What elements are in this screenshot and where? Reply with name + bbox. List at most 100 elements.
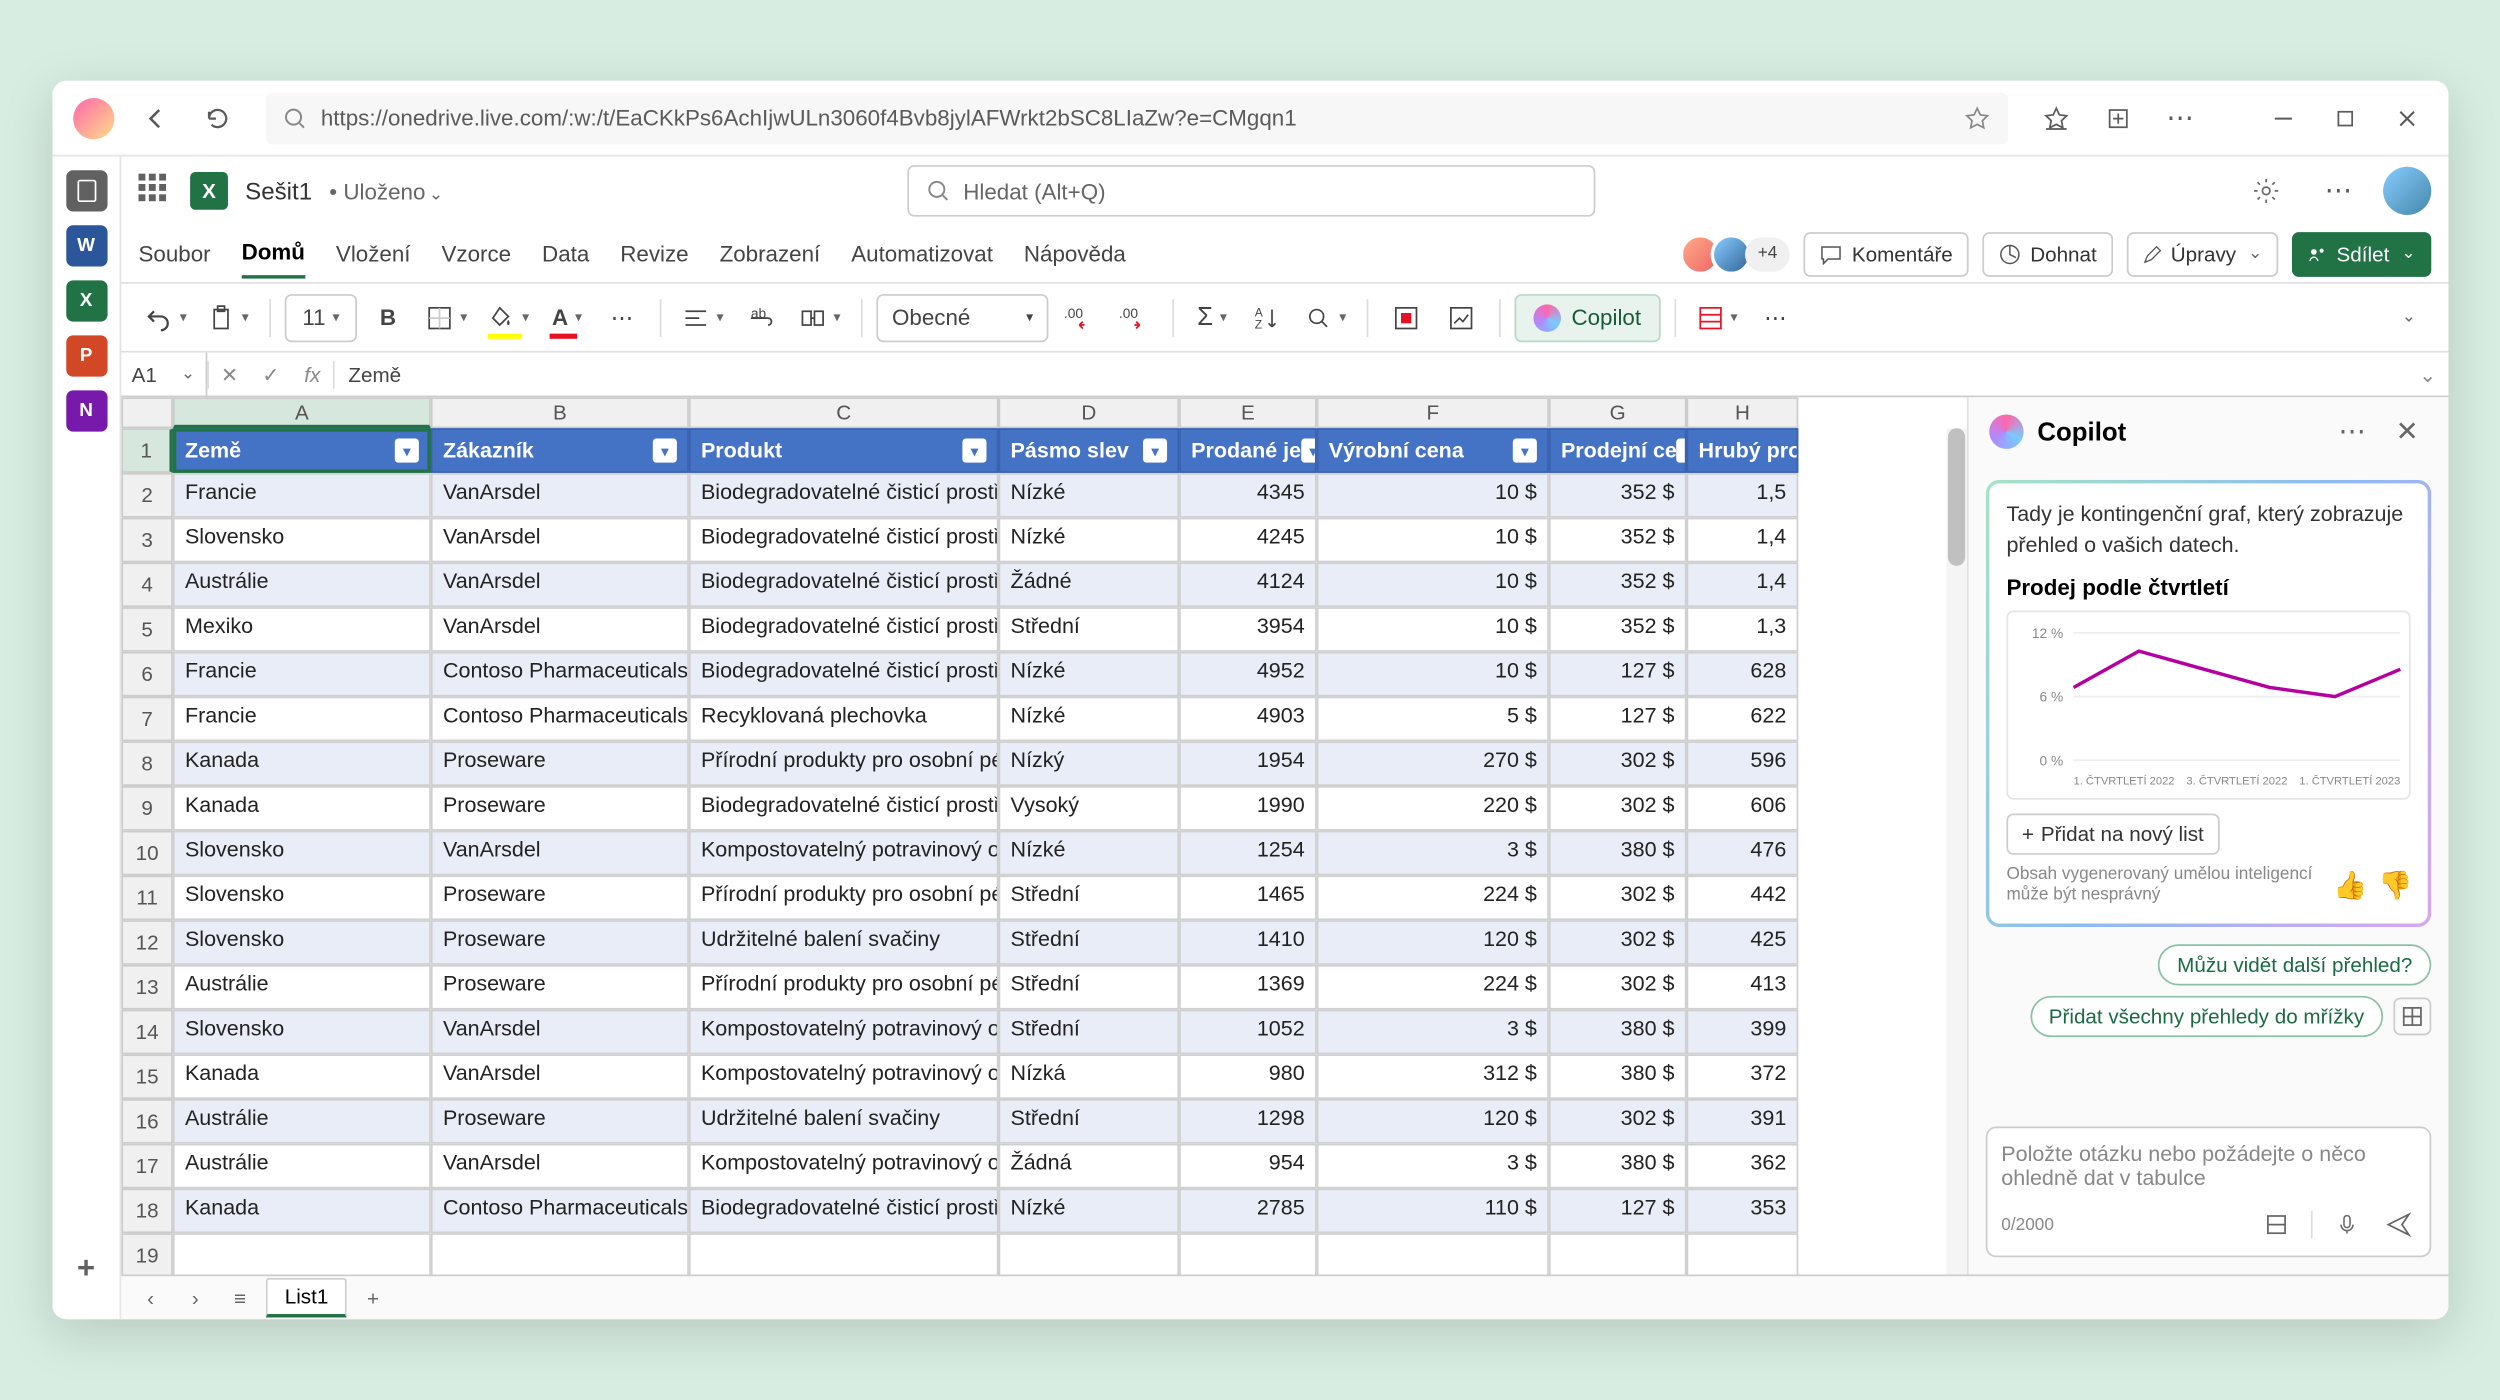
row-header-12[interactable]: 12 [121, 920, 173, 965]
cell[interactable]: 352 $ [1548, 518, 1686, 563]
cell[interactable]: Nízký [998, 741, 1179, 786]
bold-button[interactable]: B [363, 293, 411, 341]
cell[interactable]: 391 [1686, 1099, 1798, 1144]
row-header-9[interactable]: 9 [121, 786, 173, 831]
cell[interactable]: 1254 [1179, 831, 1317, 876]
table-header[interactable]: Zákazník▾ [430, 428, 688, 473]
document-name[interactable]: Sešit1 [245, 177, 312, 205]
sheet-prev-button[interactable]: ‹ [131, 1281, 169, 1315]
cell[interactable]: Biodegradovatelné čisticí prostřed [688, 607, 998, 652]
autosum-button[interactable]: Σ [1187, 293, 1235, 341]
insert-function-button[interactable]: fx [291, 353, 332, 396]
cell[interactable]: 1990 [1179, 786, 1317, 831]
find-button[interactable] [1297, 293, 1352, 341]
cell[interactable]: 380 $ [1548, 1010, 1686, 1055]
copilot-ribbon-button[interactable]: Copilot [1514, 293, 1659, 341]
increase-decimal-button[interactable]: .00 [1110, 293, 1158, 341]
cell[interactable]: Slovensko [172, 518, 430, 563]
cell[interactable]: Biodegradovatelné čisticí prostřed [688, 562, 998, 607]
cell[interactable]: 110 $ [1316, 1188, 1548, 1233]
formula-expand-button[interactable]: ⌄ [2407, 362, 2448, 386]
settings-button[interactable] [2238, 163, 2293, 218]
thumbs-down-button[interactable]: 👎 [2379, 870, 2410, 901]
cell[interactable]: 1369 [1179, 965, 1317, 1010]
rail-powerpoint-icon[interactable]: P [65, 335, 106, 376]
table-header[interactable]: Prodejní ce▾ [1548, 428, 1686, 473]
cell[interactable]: Slovensko [172, 1010, 430, 1055]
cell[interactable]: Nízké [998, 652, 1179, 697]
row-header-6[interactable]: 6 [121, 652, 173, 697]
cell[interactable]: 220 $ [1316, 786, 1548, 831]
suggestion-pill-1[interactable]: Můžu vidět další přehled? [2158, 944, 2431, 985]
cell[interactable]: Biodegradovatelné čisticí prostřed [688, 786, 998, 831]
cell[interactable]: Contoso Pharmaceuticals [430, 652, 688, 697]
editing-mode-button[interactable]: Úpravy⌄ [2126, 231, 2278, 276]
profile-avatar[interactable] [66, 90, 121, 145]
number-format-select[interactable]: Obecné▾ [876, 293, 1048, 341]
cell[interactable]: 5 $ [1316, 697, 1548, 742]
cell[interactable]: 270 $ [1316, 741, 1548, 786]
cell[interactable]: 224 $ [1316, 965, 1548, 1010]
formula-cancel-button[interactable]: ✕ [209, 353, 250, 396]
cell[interactable]: Biodegradovatelné čisticí prostřed [688, 1188, 998, 1233]
cell[interactable]: 954 [1179, 1144, 1317, 1189]
more-options-button[interactable]: ⋯ [2310, 163, 2365, 218]
cell[interactable]: Kanada [172, 1188, 430, 1233]
cell[interactable]: Udržitelné balení svačiny [688, 920, 998, 965]
favorite-icon[interactable] [1963, 104, 1991, 132]
align-button[interactable] [675, 293, 730, 341]
row-header-18[interactable]: 18 [121, 1188, 173, 1233]
row-header-1[interactable]: 1 [121, 428, 173, 473]
cell[interactable]: 2785 [1179, 1188, 1317, 1233]
row-header-4[interactable]: 4 [121, 562, 173, 607]
favorites-button[interactable] [2028, 90, 2083, 145]
cell[interactable]: Žádné [998, 562, 1179, 607]
sheet-next-button[interactable]: › [176, 1281, 214, 1315]
cell[interactable]: VanArsdel [430, 607, 688, 652]
filter-icon[interactable]: ▾ [1512, 439, 1536, 463]
cell[interactable]: VanArsdel [430, 518, 688, 563]
sort-button[interactable]: AZ [1242, 293, 1290, 341]
cell[interactable]: 302 $ [1548, 741, 1686, 786]
ribbon-tab-domů[interactable]: Domů [241, 229, 304, 279]
suggestion-grid-icon[interactable] [2393, 998, 2431, 1036]
cell[interactable]: 362 [1686, 1144, 1798, 1189]
font-size-input[interactable]: 11 [284, 293, 356, 341]
col-header-F[interactable]: F [1316, 397, 1548, 428]
cell[interactable]: Kompostovatelný potravinový obal [688, 1144, 998, 1189]
cell[interactable]: 1410 [1179, 920, 1317, 965]
analyze-button[interactable] [1437, 293, 1485, 341]
font-color-button[interactable]: A [542, 293, 590, 341]
collections-button[interactable] [2090, 90, 2145, 145]
cell[interactable]: Kanada [172, 1054, 430, 1099]
cell[interactable]: Slovensko [172, 920, 430, 965]
cell[interactable]: 4345 [1179, 473, 1317, 518]
cell[interactable]: 302 $ [1548, 920, 1686, 965]
cell[interactable]: Udržitelné balení svačiny [688, 1099, 998, 1144]
cell[interactable] [1548, 1233, 1686, 1274]
row-header-11[interactable]: 11 [121, 875, 173, 920]
cell[interactable] [998, 1233, 1179, 1274]
cell[interactable]: 353 [1686, 1188, 1798, 1233]
row-header[interactable]: 19 [121, 1233, 173, 1274]
cell[interactable]: 10 $ [1316, 607, 1548, 652]
refresh-button[interactable] [190, 90, 245, 145]
cell[interactable]: Kanada [172, 741, 430, 786]
share-button[interactable]: Sdílet⌄ [2291, 231, 2430, 276]
cell[interactable]: Slovensko [172, 831, 430, 876]
cell[interactable]: Austrálie [172, 1144, 430, 1189]
cell[interactable] [172, 1233, 430, 1274]
cell[interactable]: Kanada [172, 786, 430, 831]
more-font-button[interactable]: ⋯ [597, 293, 645, 341]
cell[interactable]: 476 [1686, 831, 1798, 876]
cell[interactable]: 1,3 [1686, 607, 1798, 652]
row-header-5[interactable]: 5 [121, 607, 173, 652]
cell[interactable]: Kompostovatelný potravinový obal [688, 831, 998, 876]
cell[interactable]: 10 $ [1316, 562, 1548, 607]
cell[interactable]: Střední [998, 875, 1179, 920]
cell[interactable]: Proseware [430, 965, 688, 1010]
cell[interactable] [1316, 1233, 1548, 1274]
cell[interactable]: Contoso Pharmaceuticals [430, 1188, 688, 1233]
cell[interactable]: 1954 [1179, 741, 1317, 786]
col-header-D[interactable]: D [998, 397, 1179, 428]
